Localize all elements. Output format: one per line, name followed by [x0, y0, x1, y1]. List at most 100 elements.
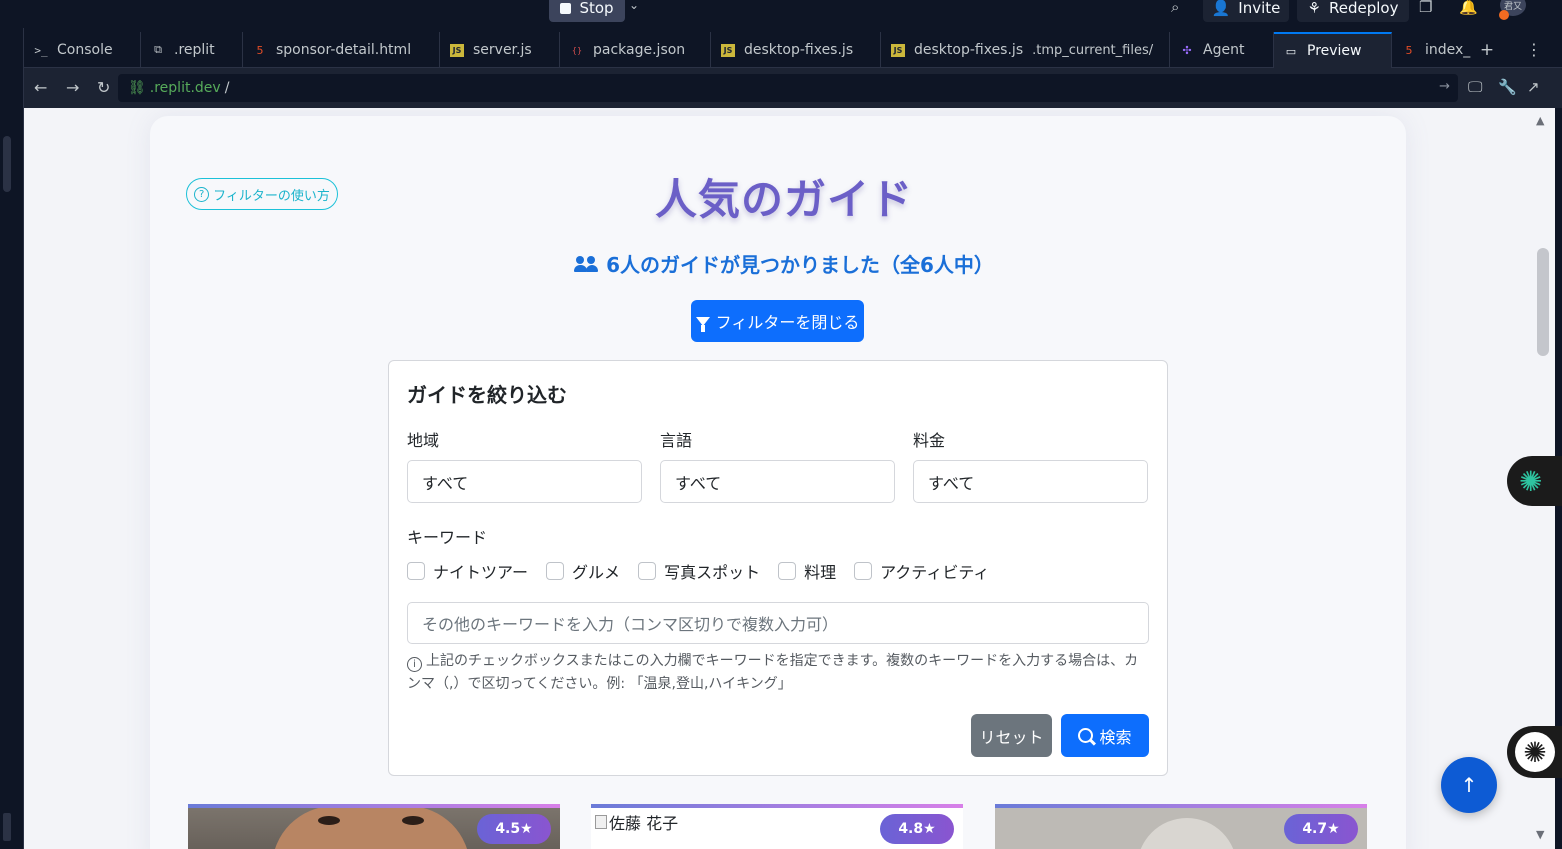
stop-button[interactable]: Stop: [549, 0, 625, 22]
search-button[interactable]: 検索: [1061, 714, 1149, 757]
preview-address-bar: ← → ↻ ⛓ .replit.dev / → 🖵 🔧 ↗: [24, 68, 1562, 108]
filter-panel: ガイドを絞り込む 地域 すべて 言語 すべて 料金 すべて キーワード ナイトツ…: [388, 360, 1168, 776]
keyword-input[interactable]: その他のキーワードを入力（コンマ区切りで複数入力可）: [407, 602, 1149, 644]
search-label: 検索: [1099, 727, 1132, 747]
region-select[interactable]: すべて: [407, 460, 642, 503]
checkbox-photo-spot[interactable]: 写真スポット: [638, 559, 760, 583]
left-scroll-thumb-bottom[interactable]: [3, 813, 11, 841]
link-icon: ⛓: [128, 80, 146, 96]
tab-label: Console: [57, 42, 113, 58]
go-arrow-icon[interactable]: →: [1439, 79, 1450, 94]
checkbox-gourmet[interactable]: グルメ: [546, 559, 620, 583]
keyword-label: キーワード: [407, 528, 488, 547]
tab-console[interactable]: >_ Console: [24, 32, 141, 68]
tab-label: index_: [1425, 42, 1471, 58]
tab-label: package.json: [593, 42, 686, 58]
filter-panel-title: ガイドを絞り込む: [407, 383, 567, 407]
tab-server-js[interactable]: JS server.js: [440, 32, 560, 68]
more-vertical-icon[interactable]: ⋮: [1526, 40, 1542, 59]
devices-icon[interactable]: 🖵: [1468, 78, 1482, 96]
url-host: .replit.dev: [149, 80, 221, 96]
question-circle-icon: ?: [194, 186, 210, 202]
wrench-icon[interactable]: 🔧: [1498, 78, 1517, 96]
tab-sponsor-detail[interactable]: 5 sponsor-detail.html: [243, 32, 440, 68]
left-scroll-thumb[interactable]: [3, 136, 11, 192]
guide-eye: [402, 816, 424, 825]
checkbox[interactable]: [854, 562, 873, 580]
rating-badge: 4.5★: [477, 814, 551, 844]
preview-scroll-thumb[interactable]: [1537, 248, 1549, 356]
preview-viewport: ? フィルターの使い方 人気のガイド 6人のガイドが見つかりました（全6人中） …: [24, 108, 1554, 849]
replit-icon: ⧉: [154, 43, 162, 56]
tab-desktop-fixes-tmp[interactable]: JS desktop-fixes.js .tmp_current_files/: [881, 32, 1170, 68]
result-count: 6人のガイドが見つかりました（全6人中）: [424, 249, 1144, 278]
checkbox-cooking[interactable]: 料理: [778, 559, 836, 583]
stop-icon: [560, 2, 572, 14]
monitor-icon: ▭: [1285, 44, 1297, 58]
back-to-top-button[interactable]: ↑: [1441, 757, 1497, 813]
checkbox[interactable]: [778, 562, 797, 580]
tab-replit[interactable]: ⧉ .replit: [141, 32, 243, 68]
guide-photo-alt: 佐藤 花子: [609, 814, 679, 833]
help-link-label: フィルターの使い方: [213, 188, 330, 204]
new-tab-button[interactable]: +: [1472, 32, 1502, 68]
tab-package-json[interactable]: {} package.json: [560, 32, 711, 68]
openai-icon: ✺: [1515, 732, 1555, 772]
copy-icon[interactable]: ❐: [1419, 0, 1432, 16]
tab-sublabel: .tmp_current_files/: [1032, 42, 1154, 58]
scroll-down-icon[interactable]: ▼: [1536, 828, 1544, 841]
json-icon: {}: [571, 45, 583, 55]
agent-icon: ✣: [1182, 43, 1192, 57]
chatgpt-icon: ✺: [1519, 464, 1543, 498]
checkbox-activity[interactable]: アクティビティ: [854, 559, 989, 583]
plus-icon: +: [1479, 40, 1495, 60]
bell-icon[interactable]: 🔔: [1459, 0, 1478, 16]
stop-label: Stop: [579, 0, 614, 17]
reset-button[interactable]: リセット: [971, 714, 1052, 757]
invite-button[interactable]: 👤 Invite: [1203, 0, 1289, 22]
tab-label: desktop-fixes.js: [744, 42, 854, 58]
guide-card[interactable]: 4.5★: [188, 804, 560, 849]
fee-select[interactable]: すべて: [913, 460, 1148, 503]
tab-preview[interactable]: ▭ Preview: [1274, 32, 1392, 68]
guide-card[interactable]: 4.7★: [995, 804, 1367, 849]
checkbox[interactable]: [407, 562, 425, 580]
js-icon: JS: [450, 43, 464, 57]
checkbox-night-tour[interactable]: ナイトツアー: [407, 559, 528, 583]
back-arrow-icon[interactable]: ←: [34, 78, 47, 97]
checkbox-label: アクティビティ: [880, 563, 990, 582]
tab-desktop-fixes[interactable]: JS desktop-fixes.js: [711, 32, 881, 68]
checkbox[interactable]: [638, 562, 657, 580]
search-icon: [1078, 728, 1094, 743]
ai-assistant-button-2[interactable]: ✺: [1507, 726, 1562, 778]
deploy-icon: ⚘: [1307, 0, 1321, 17]
filter-help-link[interactable]: ? フィルターの使い方: [186, 178, 338, 210]
guide-card[interactable]: 佐藤 花子 4.8★: [591, 804, 963, 849]
tab-label: .replit: [174, 42, 215, 58]
tab-label: Preview: [1307, 43, 1362, 59]
tab-index[interactable]: 5 index_: [1392, 32, 1472, 68]
external-link-icon[interactable]: ↗: [1527, 78, 1540, 96]
checkbox-label: グルメ: [572, 563, 621, 582]
redeploy-button[interactable]: ⚘ Redeploy: [1297, 0, 1409, 22]
left-panel-strip: [0, 28, 24, 849]
search-icon[interactable]: ⌕: [1171, 0, 1179, 16]
scroll-up-icon[interactable]: ▲: [1536, 114, 1544, 127]
ai-assistant-button[interactable]: ✺: [1507, 456, 1562, 506]
checkbox[interactable]: [546, 562, 565, 580]
filter-icon: [695, 316, 710, 332]
ide-topbar: Stop ⌄ ⌕ 👤 Invite ⚘ Redeploy ❐ 🔔 君又: [0, 0, 1562, 28]
tab-label: server.js: [473, 42, 532, 58]
reload-icon[interactable]: ↻: [97, 78, 110, 97]
url-field[interactable]: ⛓ .replit.dev / →: [118, 74, 1458, 102]
guide-face: [272, 808, 470, 849]
fee-label: 料金: [913, 431, 946, 450]
region-label: 地域: [407, 431, 440, 450]
chevron-down-icon[interactable]: ⌄: [629, 0, 639, 12]
html-icon: 5: [1405, 43, 1413, 57]
tab-agent[interactable]: ✣ Agent: [1170, 32, 1274, 68]
language-select[interactable]: すべて: [660, 460, 895, 503]
forward-arrow-icon[interactable]: →: [66, 78, 79, 97]
close-filter-button[interactable]: フィルターを閉じる: [691, 300, 864, 342]
keyword-hint: i 上記のチェックボックスまたはこの入力欄でキーワードを指定できます。複数のキーワ…: [407, 650, 1152, 696]
